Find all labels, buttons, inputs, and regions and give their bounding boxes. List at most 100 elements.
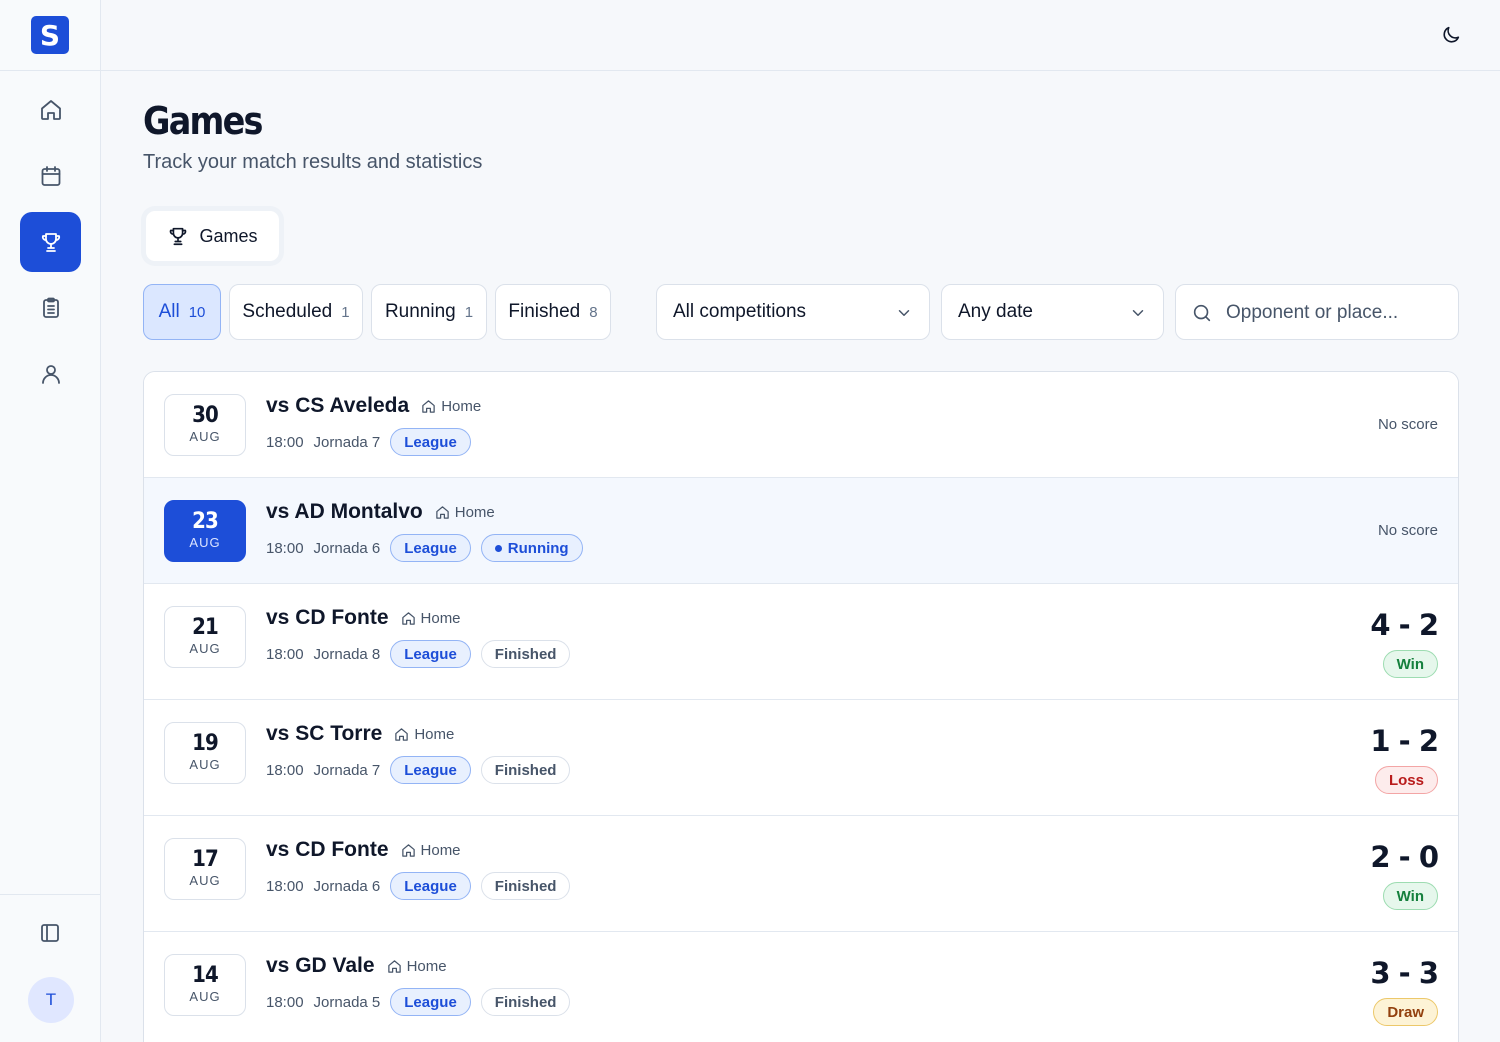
trophy-icon [41,233,60,252]
game-meta: 18:00 Jornada 6 League Finished [266,872,571,900]
opponent-line: vs CS Aveleda Home [266,394,481,418]
sidebar-toggle-icon[interactable] [38,921,62,945]
sidebar-item-profile[interactable] [20,344,81,404]
filter-running[interactable]: Running 1 [371,284,487,340]
score: 1 - 2 [1370,724,1439,758]
score: 4 - 2 [1370,608,1439,642]
game-meta: 18:00 Jornada 5 League Finished [266,988,571,1016]
venue-label: Home [435,504,495,521]
filter-scheduled[interactable]: Scheduled 1 [229,284,363,340]
game-round: Jornada 6 [313,877,381,895]
venue-text: Home [406,957,447,975]
app-logo[interactable]: S [31,16,69,54]
date-day: 21 [192,615,219,640]
filter-count: 1 [464,303,474,321]
date-day: 23 [192,509,219,534]
page-subtitle: Track your match results and statistics [143,151,483,173]
filter-count: 10 [188,303,206,321]
date-badge: 19 AUG [164,722,246,784]
opponent-line: vs AD Montalvo Home [266,500,495,524]
venue-label: Home [401,842,461,859]
sidebar-item-games[interactable] [20,212,81,272]
competition-select[interactable]: All competitions [656,284,930,340]
game-row[interactable]: 30 AUG vs CS Aveleda Home 18:00 Jornada … [144,372,1458,478]
game-row[interactable]: 21 AUG vs CD Fonte Home 18:00 Jornada 8 … [144,584,1458,700]
game-round: Jornada 7 [313,761,381,779]
game-round: Jornada 5 [313,993,381,1011]
filter-label: All [158,301,180,322]
opponent-line: vs SC Torre Home [266,722,454,746]
game-time: 18:00 [266,539,304,557]
home-icon [422,399,435,413]
venue-label: Home [394,726,454,743]
user-icon [41,365,60,384]
game-row[interactable]: 14 AUG vs GD Vale Home 18:00 Jornada 5 L… [144,932,1458,1042]
venue-label: Home [387,958,447,975]
filter-all[interactable]: All 10 [143,284,221,340]
filter-count: 8 [589,303,598,321]
venue-text: Home [441,397,482,415]
game-row[interactable]: 17 AUG vs CD Fonte Home 18:00 Jornada 6 … [144,816,1458,932]
sidebar-footer: T [0,894,101,1042]
home-icon [401,611,415,625]
date-day: 19 [192,731,219,756]
date-day: 30 [192,403,219,428]
calendar-icon [41,166,60,186]
venue-text: Home [420,841,461,859]
search-icon [1193,304,1211,322]
opponent-line: vs GD Vale Home [266,954,447,978]
result-badge: Win [1382,650,1438,678]
status-text: Running [507,539,569,557]
logo-area: S [0,0,100,71]
sidebar-nav [20,80,81,410]
opponent-line: vs CD Fonte Home [266,838,461,862]
home-icon [395,727,409,741]
tab-games[interactable]: Games [145,210,280,262]
score: 2 - 0 [1370,840,1439,874]
filter-label: Running [384,301,456,322]
top-bar [101,0,1500,71]
search-input[interactable] [1226,295,1446,331]
filter-count: 1 [341,303,350,321]
game-round: Jornada 8 [313,645,381,663]
date-day: 17 [192,847,219,872]
competition-badge: League [390,756,471,784]
date-select-value: Any date [958,301,1033,322]
competition-badge: League [390,534,471,562]
sidebar: S T [0,0,101,1042]
competition-select-value: All competitions [673,301,807,322]
avatar[interactable]: T [28,977,74,1023]
tab-label: Games [199,225,258,246]
game-time: 18:00 [266,761,304,779]
no-score-label: No score [1377,416,1438,433]
home-icon [40,100,61,120]
venue-label: Home [421,398,481,415]
sidebar-item-calendar[interactable] [20,146,81,206]
game-meta: 18:00 Jornada 6 League Running [266,534,583,562]
status-badge: Finished [480,872,571,900]
venue-text: Home [414,725,455,743]
status-badge: Finished [480,988,571,1016]
competition-badge: League [390,988,471,1016]
game-time: 18:00 [266,645,304,663]
venue-label: Home [401,610,461,627]
game-row[interactable]: 19 AUG vs SC Torre Home 18:00 Jornada 7 … [144,700,1458,816]
venue-text: Home [420,609,461,627]
filter-label: Finished [508,301,581,322]
filter-bar: All 10 Scheduled 1 Running 1 Finished 8 … [143,284,1459,341]
competition-badge: League [390,428,471,456]
game-meta: 18:00 Jornada 7 League Finished [266,756,571,784]
status-badge: Finished [480,756,571,784]
filter-finished[interactable]: Finished 8 [495,284,611,340]
game-row[interactable]: 23 AUG vs AD Montalvo Home 18:00 Jornada… [144,478,1458,584]
game-meta: 18:00 Jornada 7 League [266,428,471,456]
sidebar-item-home[interactable] [20,80,81,140]
sidebar-item-tasks[interactable] [20,278,81,338]
clipboard-icon [42,297,59,318]
venue-text: Home [454,503,495,521]
date-badge: 23 AUG [164,500,246,562]
moon-icon[interactable] [1440,24,1462,46]
chevron-down-icon [898,310,910,316]
status-badge: Running [480,534,583,562]
date-select[interactable]: Any date [941,284,1164,340]
